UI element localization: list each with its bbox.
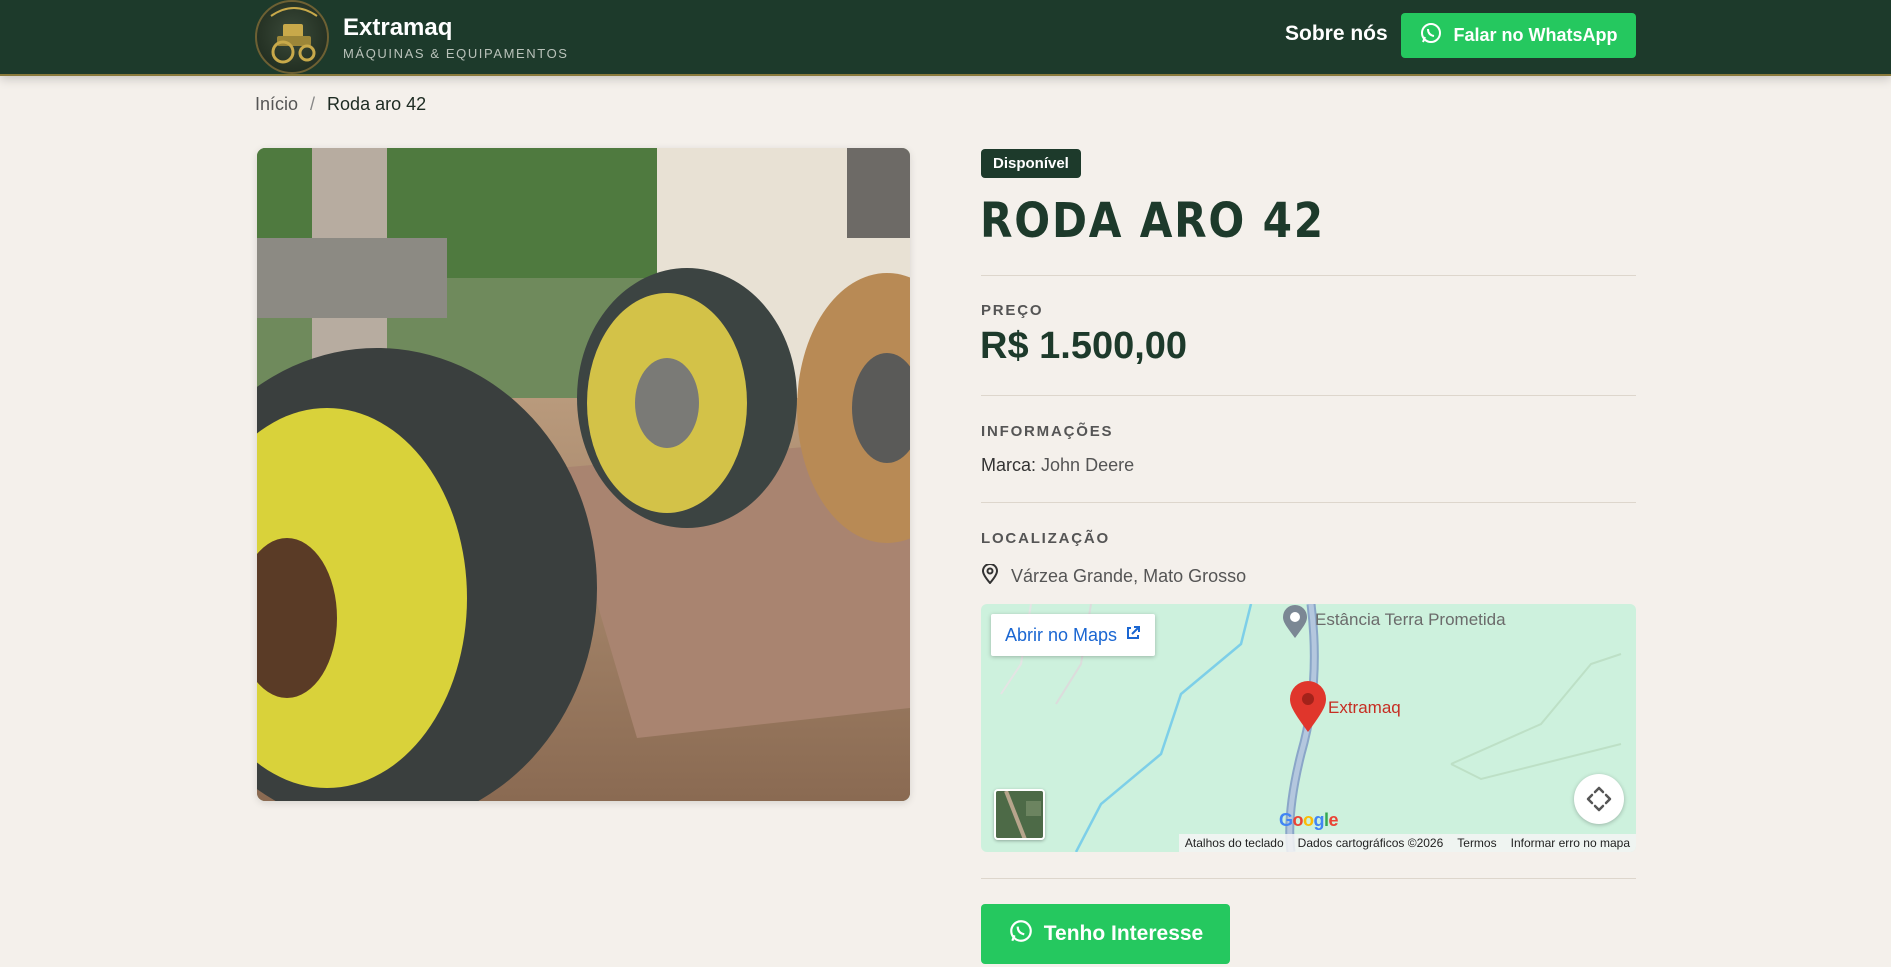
satellite-toggle[interactable] (994, 789, 1045, 840)
open-in-maps-label: Abrir no Maps (1005, 624, 1118, 645)
open-in-maps-link[interactable]: Abrir no Maps (991, 614, 1156, 656)
brand-value: John Deere (1041, 455, 1135, 475)
brand-info: Marca: John Deere (981, 455, 1134, 476)
map-place-label[interactable]: Extramaq (1328, 698, 1401, 718)
place-marker-icon (1290, 681, 1326, 732)
map-poi-label[interactable]: Estância Terra Prometida (1315, 610, 1506, 630)
map-pin-icon (981, 563, 999, 589)
brand-name: Extramaq (343, 14, 453, 41)
map-footer: Atalhos do teclado Dados cartográficos ©… (1178, 834, 1636, 852)
breadcrumb: Início / Roda aro 42 (255, 94, 426, 115)
fullscreen-icon[interactable] (1574, 774, 1624, 824)
location-map[interactable]: Abrir no Maps Estância Terra Prometida E… (981, 604, 1636, 852)
info-label: INFORMAÇÕES (981, 423, 1114, 440)
location-label: LOCALIZAÇÃO (981, 530, 1110, 547)
divider (981, 878, 1636, 879)
divider (981, 395, 1636, 396)
divider (981, 502, 1636, 503)
divider (981, 275, 1636, 276)
report-error-link[interactable]: Informar erro no mapa (1511, 836, 1630, 850)
product-photo[interactable] (257, 148, 910, 801)
interest-button-label: Tenho Interesse (1043, 922, 1204, 945)
whatsapp-header-label: Falar no WhatsApp (1453, 25, 1618, 45)
product-title: RODA ARO 42 (980, 193, 1325, 249)
map-data-link[interactable]: Dados cartográficos ©2026 (1298, 836, 1444, 850)
interest-button[interactable]: Tenho Interesse (981, 904, 1230, 964)
nav-about-link[interactable]: Sobre nós (1285, 22, 1388, 46)
brand[interactable]: Extramaq MÁQUINAS & EQUIPAMENTOS (343, 14, 569, 61)
location-text: Várzea Grande, Mato Grosso (1011, 566, 1247, 586)
terms-link[interactable]: Termos (1457, 836, 1496, 850)
location-line: Várzea Grande, Mato Grosso (981, 563, 1247, 589)
external-link-icon (1125, 625, 1141, 646)
site-header: Extramaq MÁQUINAS & EQUIPAMENTOS Sobre n… (0, 0, 1891, 76)
whatsapp-icon (1008, 918, 1034, 950)
brand-subtitle: MÁQUINAS & EQUIPAMENTOS (343, 46, 569, 61)
breadcrumb-separator: / (310, 94, 316, 114)
whatsapp-header-button[interactable]: Falar no WhatsApp (1401, 13, 1636, 58)
breadcrumb-current: Roda aro 42 (327, 94, 427, 114)
tractor-logo-icon[interactable] (255, 0, 329, 74)
breadcrumb-home[interactable]: Início (255, 94, 298, 115)
price-label: PREÇO (981, 302, 1044, 319)
poi-marker-icon (1283, 605, 1307, 638)
whatsapp-icon (1419, 21, 1443, 50)
google-logo: Google (1279, 810, 1339, 830)
product-price: R$ 1.500,00 (980, 325, 1188, 367)
brand-key: Marca: (981, 455, 1037, 475)
keyboard-shortcuts-link[interactable]: Atalhos do teclado (1185, 836, 1284, 850)
status-badge: Disponível (981, 149, 1081, 178)
